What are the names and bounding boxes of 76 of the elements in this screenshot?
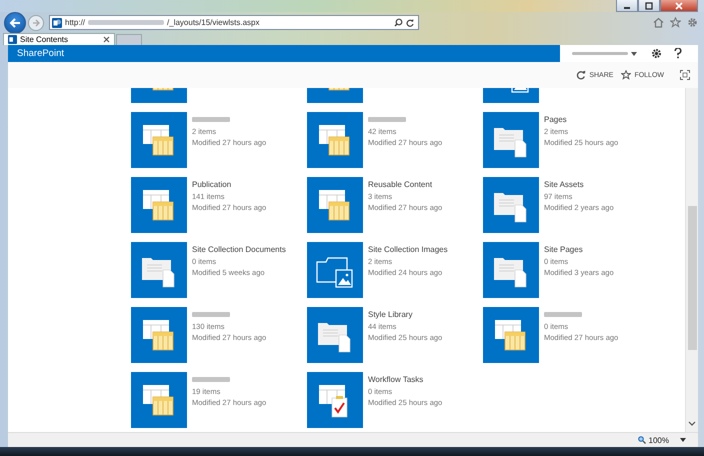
- scrollbar[interactable]: [685, 88, 698, 432]
- star-icon[interactable]: [670, 17, 681, 28]
- zoom-level[interactable]: 100%: [648, 436, 669, 444]
- app-tile[interactable]: [131, 242, 187, 298]
- tile-title[interactable]: Site Pages: [544, 245, 614, 254]
- app-tile[interactable]: [307, 307, 363, 363]
- table-icon: [152, 88, 174, 90]
- arrow-right-icon: [32, 18, 40, 26]
- scrollbar-thumb[interactable]: [688, 206, 696, 350]
- refresh-icon[interactable]: [406, 18, 414, 26]
- settings-icon[interactable]: [651, 48, 662, 59]
- tile-title[interactable]: Publication: [192, 180, 266, 189]
- app-tile[interactable]: [131, 177, 187, 233]
- folder-document-icon: [494, 193, 526, 222]
- blurred-text: [572, 52, 628, 55]
- app-tile[interactable]: [483, 242, 539, 298]
- app-tile[interactable]: [131, 88, 187, 103]
- folder-document-icon: [318, 323, 350, 352]
- table-icon: [142, 190, 174, 220]
- search-icon[interactable]: [394, 18, 403, 27]
- table-checkmark-icon: [318, 385, 348, 418]
- table-icon: [318, 190, 350, 220]
- caret-icon[interactable]: [631, 52, 637, 56]
- folder-document-icon: [142, 258, 174, 288]
- maximize-icon: [645, 2, 653, 10]
- tab-title: Site Contents: [20, 35, 68, 44]
- tile-title[interactable]: Workflow Tasks: [368, 375, 442, 384]
- address-bar[interactable]: http:// /_layouts/15/viewlsts.aspx: [49, 15, 419, 30]
- table-icon: [142, 320, 174, 350]
- app-tile[interactable]: [307, 242, 363, 298]
- focus-mode-icon: [680, 70, 690, 80]
- scroll-down-icon[interactable]: [688, 421, 696, 426]
- tile-title[interactable]: Pages: [544, 115, 618, 124]
- home-icon[interactable]: [653, 17, 664, 28]
- url-text: http://: [65, 18, 86, 27]
- app-tile[interactable]: [483, 307, 539, 363]
- focus-mode-button[interactable]: [680, 70, 690, 80]
- url-text: /_layouts/15/viewlsts.aspx: [167, 18, 260, 27]
- tile-title[interactable]: Site Collection Images: [368, 245, 448, 254]
- table-icon: [318, 125, 350, 156]
- maximize-button[interactable]: [638, 0, 660, 12]
- share-icon: [576, 70, 586, 80]
- app-tile[interactable]: [307, 112, 363, 168]
- zoom-icon[interactable]: [638, 436, 646, 444]
- folder-document-icon: [494, 258, 526, 288]
- sharepoint-logo-icon: [8, 35, 17, 44]
- tile-title[interactable]: Site Assets: [544, 180, 614, 189]
- browser-tab[interactable]: Site Contents: [3, 33, 115, 45]
- table-icon: [142, 125, 174, 156]
- app-tile[interactable]: [131, 307, 187, 363]
- folder-image-icon: [316, 257, 353, 288]
- app-tile[interactable]: [131, 372, 187, 428]
- app-tile[interactable]: [307, 88, 363, 103]
- tile-title[interactable]: Reusable Content: [368, 180, 442, 189]
- table-icon: [142, 385, 174, 416]
- app-tile[interactable]: [131, 112, 187, 168]
- app-tile[interactable]: [483, 88, 539, 103]
- table-icon: [494, 320, 526, 350]
- caret-icon[interactable]: [680, 438, 686, 442]
- arrow-left-icon: [9, 16, 21, 28]
- app-tile[interactable]: [483, 177, 539, 233]
- sharepoint-logo-icon: [52, 18, 62, 28]
- tile-title[interactable]: Site Collection Documents: [192, 245, 286, 254]
- table-icon: [328, 88, 350, 90]
- close-icon: [675, 2, 683, 10]
- app-tile[interactable]: [307, 177, 363, 233]
- help-icon[interactable]: [674, 48, 682, 59]
- close-button[interactable]: [660, 0, 698, 12]
- minimize-button[interactable]: [616, 0, 638, 12]
- star-icon: [621, 70, 632, 80]
- folder-document-icon: [494, 128, 526, 158]
- back-button[interactable]: [4, 12, 26, 34]
- close-tab-icon[interactable]: [103, 36, 110, 43]
- app-tile[interactable]: [483, 112, 539, 168]
- tile-title[interactable]: Style Library: [368, 310, 442, 319]
- app-tile[interactable]: [307, 372, 363, 428]
